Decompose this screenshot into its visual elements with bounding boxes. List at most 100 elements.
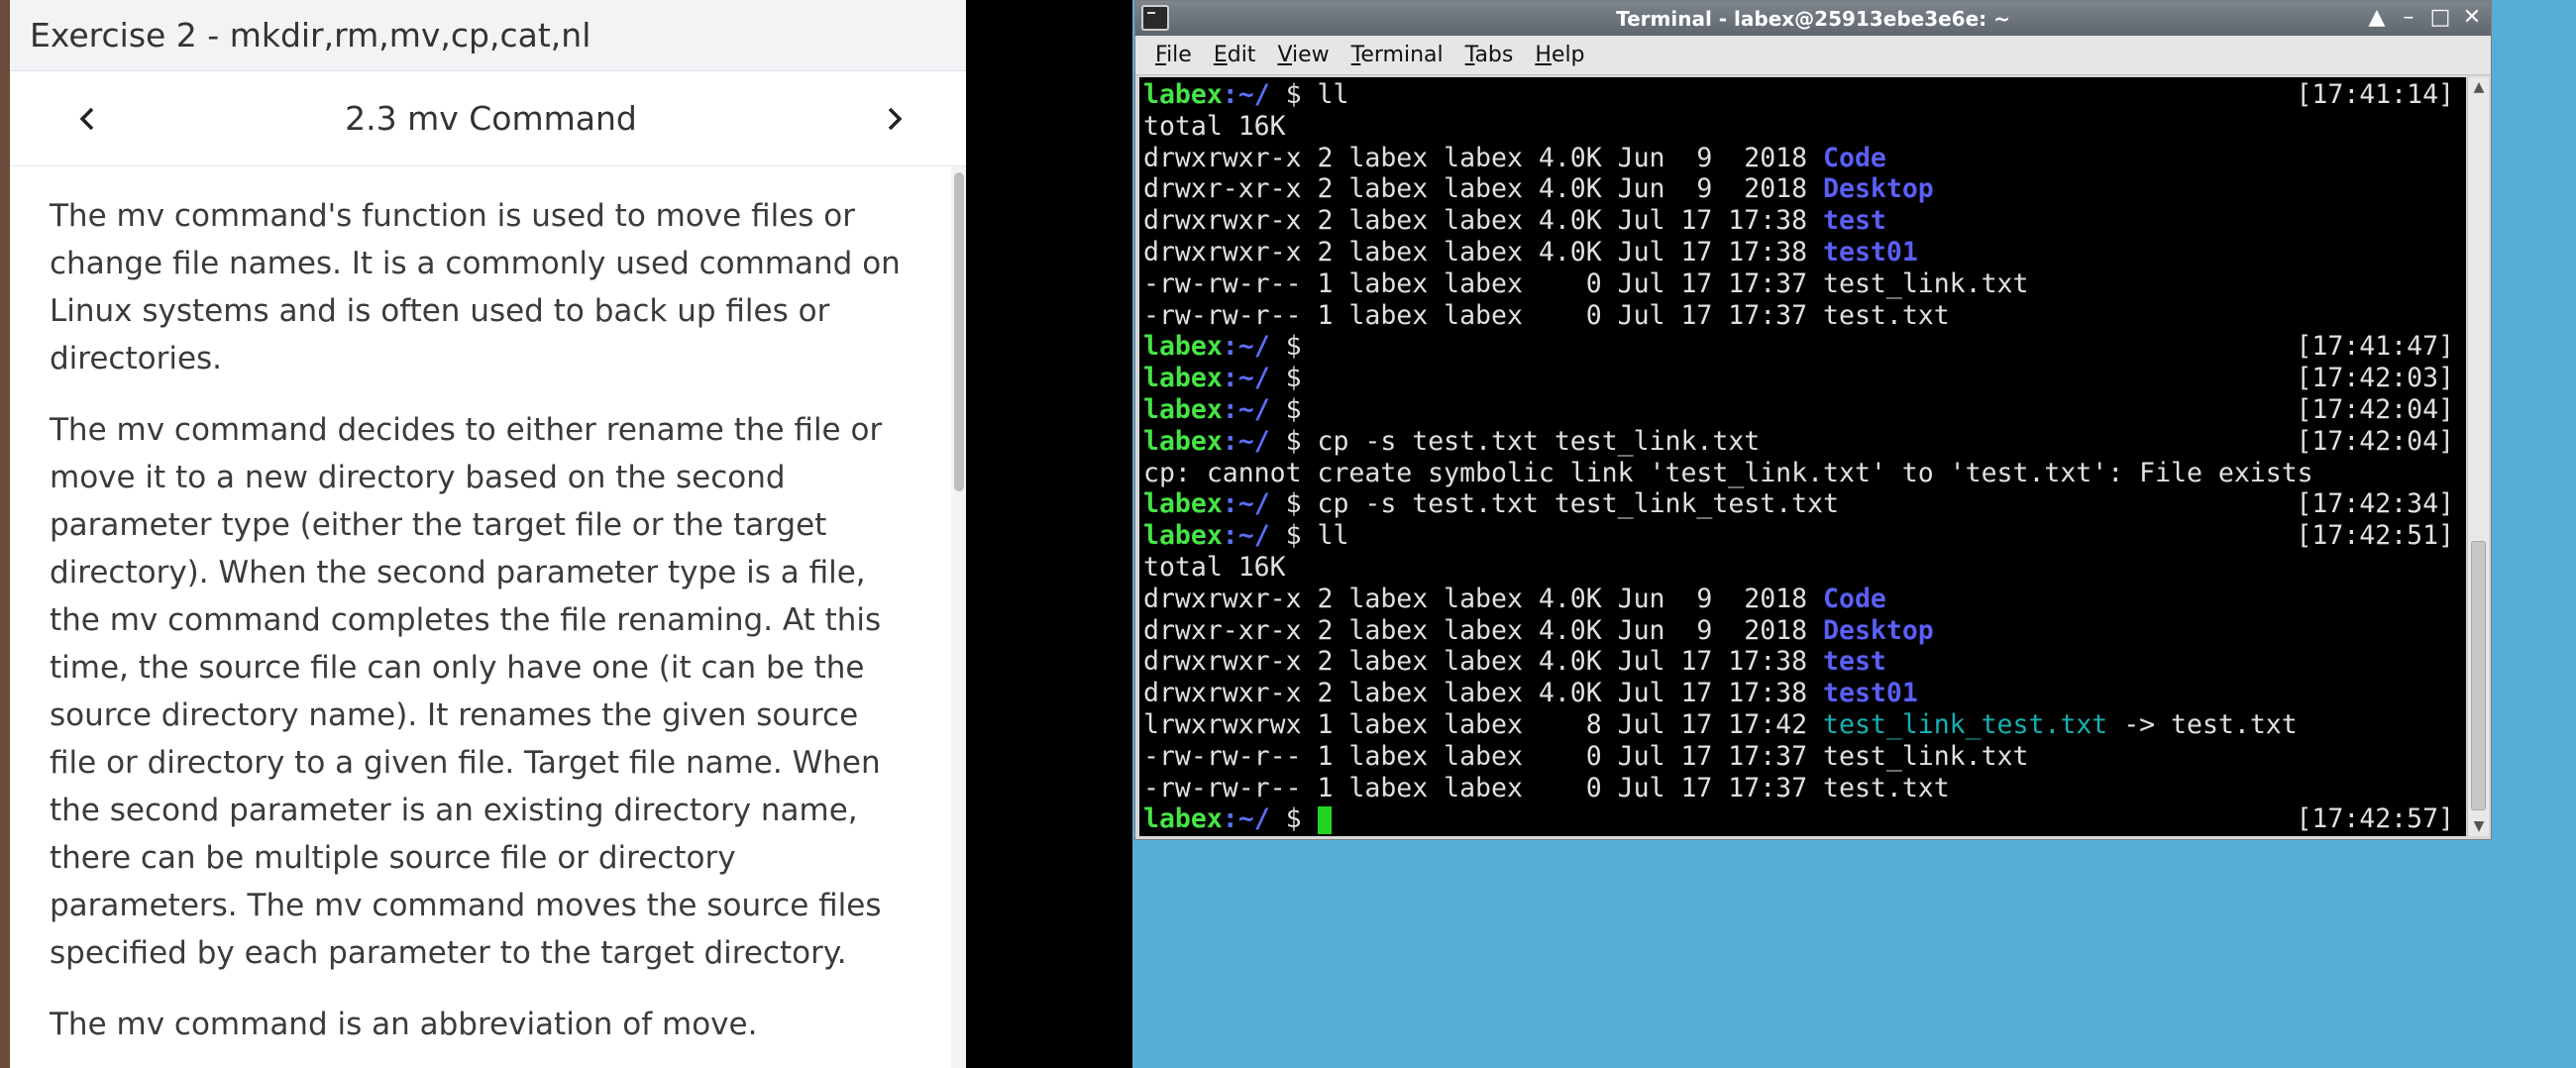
terminal-scrollbar-thumb[interactable] (2471, 541, 2486, 810)
terminal-line: -rw-rw-r-- 1 labex labex 0 Jul 17 17:37 … (1143, 773, 2466, 804)
directory-name: Desktop (1823, 614, 1934, 646)
chevron-left-icon (79, 107, 94, 130)
menu-tabs[interactable]: Tabs (1465, 43, 1514, 67)
terminal-line: drwxrwxr-x 2 labex labex 4.0K Jul 17 17:… (1143, 237, 2466, 268)
prompt-path: :~/ (1222, 803, 1270, 835)
file-name: test.txt (1823, 772, 1950, 803)
file-attributes: -rw-rw-r-- 1 labex labex 0 Jul 17 17:37 (1143, 740, 1824, 772)
file-attributes: lrwxrwxrwx 1 labex labex 8 Jul 17 17:42 (1143, 708, 1824, 740)
prompt-path: :~/ (1222, 425, 1270, 457)
prompt-symbol: $ (1269, 520, 1318, 552)
paragraph: The mv command's function is used to mov… (50, 198, 901, 376)
output-text: cp: cannot create symbolic link 'test_li… (1143, 457, 2313, 488)
maximize-window-button[interactable]: □ (2427, 3, 2453, 33)
panel-scrollbar-thumb[interactable] (954, 172, 964, 491)
paragraph: The mv command is an abbreviation of mov… (50, 1007, 758, 1042)
menu-view[interactable]: View (1277, 43, 1329, 67)
prompt-timestamp: [17:42:51] (2296, 520, 2454, 552)
directory-name: test (1823, 646, 1886, 678)
terminal-app-icon[interactable] (1141, 5, 1169, 31)
menu-label-rest: erminal (1360, 43, 1444, 67)
exercise-title: Exercise 2 - mkdir,rm,mv,cp,cat,nl (30, 16, 591, 54)
prompt-user: labex (1143, 393, 1223, 425)
file-name: test_link.txt (1823, 740, 2029, 772)
terminal-line: -rw-rw-r-- 1 labex labex 0 Jul 17 17:37 … (1143, 268, 2466, 300)
terminal-line: drwxrwxr-x 2 labex labex 4.0K Jun 9 2018… (1143, 584, 2466, 615)
prompt-timestamp: [17:42:04] (2296, 393, 2454, 425)
prompt-path: :~/ (1222, 79, 1270, 110)
symlink-name: test_link_test.txt (1823, 708, 2108, 740)
prompt-symbol: $ (1269, 488, 1318, 520)
paragraph: The mv command decides to either rename … (50, 412, 883, 971)
directory-name: test01 (1823, 236, 1918, 267)
output-text: total 16K (1143, 551, 1286, 583)
prompt-user: labex (1143, 425, 1223, 457)
terminal-line: drwxrwxr-x 2 labex labex 4.0K Jul 17 17:… (1143, 205, 2466, 237)
terminal-line: drwxrwxr-x 2 labex labex 4.0K Jul 17 17:… (1143, 678, 2466, 709)
terminal-line: labex:~/ $ [17:42:57] (1143, 803, 2466, 835)
prompt-path: :~/ (1222, 520, 1270, 552)
prompt-symbol: $ (1269, 363, 1318, 394)
menu-mnemonic: E (1213, 43, 1228, 67)
section-content: The mv command's function is used to mov… (10, 166, 951, 1068)
file-attributes: drwxr-xr-x 2 labex labex 4.0K Jun 9 2018 (1143, 173, 1824, 205)
menu-terminal[interactable]: Terminal (1351, 43, 1444, 67)
terminal-menubar: File Edit View Terminal Tabs Help (1135, 36, 2491, 75)
file-attributes: drwxrwxr-x 2 labex labex 4.0K Jun 9 2018 (1143, 583, 1824, 614)
exercise-header: Exercise 2 - mkdir,rm,mv,cp,cat,nl (10, 0, 966, 71)
prompt-timestamp: [17:42:04] (2296, 425, 2454, 457)
terminal-line: labex:~/ $ cp -s test.txt test_link_test… (1143, 488, 2466, 520)
section-title: 2.3 mv Command (345, 99, 637, 138)
terminal-line: drwxrwxr-x 2 labex labex 4.0K Jun 9 2018… (1143, 143, 2466, 174)
terminal-line: lrwxrwxrwx 1 labex labex 8 Jul 17 17:42 … (1143, 709, 2466, 741)
text-cursor (1317, 805, 1332, 834)
minimize-window-button[interactable]: – (2396, 3, 2421, 33)
file-attributes: drwxr-xr-x 2 labex labex 4.0K Jun 9 2018 (1143, 614, 1824, 646)
file-name: test_link.txt (1823, 267, 2029, 299)
terminal-line: drwxr-xr-x 2 labex labex 4.0K Jun 9 2018… (1143, 615, 2466, 647)
directory-name: Desktop (1823, 173, 1934, 205)
terminal-line: labex:~/ $ ll [17:41:14] (1143, 79, 2466, 111)
scroll-down-arrow[interactable]: ▼ (2468, 816, 2490, 836)
terminal-scrollbar[interactable]: ▲ ▼ (2467, 77, 2489, 836)
terminal-titlebar[interactable]: Terminal - labex@25913ebe3e6e: ~ ▲ – □ ✕ (1135, 1, 2491, 36)
prompt-timestamp: [17:42:57] (2296, 803, 2454, 835)
directory-name: Code (1823, 583, 1886, 614)
prompt-symbol: $ (1269, 803, 1318, 835)
prompt-path: :~/ (1222, 393, 1270, 425)
directory-name: Code (1823, 142, 1886, 173)
menu-help[interactable]: Help (1535, 43, 1584, 67)
directory-name: test01 (1823, 678, 1918, 709)
menu-label-rest: dit (1227, 43, 1256, 67)
file-attributes: -rw-rw-r-- 1 labex labex 0 Jul 17 17:37 (1143, 267, 1824, 299)
chevron-right-icon (888, 107, 903, 130)
next-section-button[interactable] (875, 99, 914, 139)
terminal-line: cp: cannot create symbolic link 'test_li… (1143, 458, 2466, 489)
prompt-user: labex (1143, 331, 1223, 363)
shade-window-button[interactable]: ▲ (2364, 3, 2390, 33)
instruction-card: Exercise 2 - mkdir,rm,mv,cp,cat,nl 2.3 m… (10, 0, 966, 1068)
close-window-button[interactable]: ✕ (2459, 3, 2485, 33)
terminal-line: drwxrwxr-x 2 labex labex 4.0K Jul 17 17:… (1143, 646, 2466, 678)
prompt-path: :~/ (1222, 488, 1270, 520)
prev-section-button[interactable] (67, 99, 107, 139)
file-attributes: drwxrwxr-x 2 labex labex 4.0K Jul 17 17:… (1143, 678, 1824, 709)
prompt-timestamp: [17:42:03] (2296, 363, 2454, 394)
prompt-symbol: $ (1269, 393, 1318, 425)
terminal-line: labex:~/ $ [17:42:03] (1143, 363, 2466, 394)
scroll-up-arrow[interactable]: ▲ (2468, 77, 2490, 97)
panel-scrollbar[interactable] (951, 166, 966, 1068)
prompt-symbol: $ (1269, 79, 1318, 110)
prompt-path: :~/ (1222, 331, 1270, 363)
menu-mnemonic: T (1464, 43, 1475, 67)
menu-edit[interactable]: Edit (1214, 43, 1256, 67)
terminal-output[interactable]: labex:~/ $ ll [17:41:14] total 16K drwxrwxr… (1139, 77, 2466, 836)
terminal-line: labex:~/ $ [17:42:04] (1143, 394, 2466, 426)
file-name: test.txt (1823, 299, 1950, 331)
instruction-panel: Exercise 2 - mkdir,rm,mv,cp,cat,nl 2.3 m… (0, 0, 966, 1068)
prompt-symbol: $ (1269, 425, 1318, 457)
terminal-line: labex:~/ $ [17:41:47] (1143, 331, 2466, 363)
menu-file[interactable]: File (1155, 43, 1192, 67)
prompt-user: labex (1143, 520, 1223, 552)
prompt-timestamp: [17:41:14] (2296, 79, 2454, 110)
